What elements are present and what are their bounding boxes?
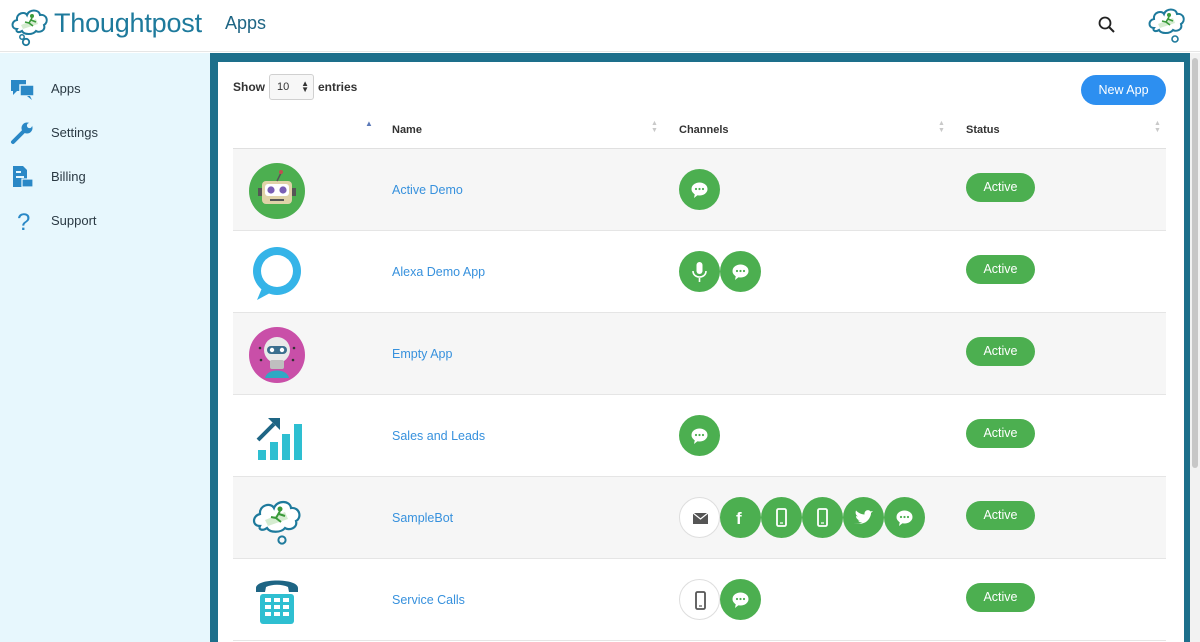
- app-name-link[interactable]: Empty App: [392, 347, 452, 361]
- robot-face-icon: [249, 163, 305, 219]
- sort-icon[interactable]: ▲ ▼: [651, 120, 658, 134]
- chat-bubbles-icon: [11, 80, 35, 100]
- sidebar-item-settings[interactable]: Settings: [0, 113, 210, 153]
- column-header-name[interactable]: Name: [392, 124, 422, 136]
- sidebar-item-support[interactable]: ? Support: [0, 201, 210, 241]
- entries-label: entries: [318, 80, 358, 94]
- voice-channel-icon[interactable]: [679, 251, 720, 292]
- show-label: Show: [233, 80, 265, 94]
- mobile-channel-icon[interactable]: [802, 497, 843, 538]
- page-size-select[interactable]: 10 ▲ ▼: [269, 74, 314, 100]
- growth-chart-icon: [256, 418, 302, 460]
- app-name-link[interactable]: Active Demo: [392, 183, 463, 197]
- status-badge: Active: [966, 255, 1035, 284]
- search-icon[interactable]: [1096, 14, 1118, 36]
- column-header-channels[interactable]: Channels: [679, 124, 729, 136]
- table-row: Service Calls Active: [233, 559, 1166, 641]
- top-bar: Thoughtpost Apps: [0, 0, 1200, 52]
- status-badge: Active: [966, 501, 1035, 530]
- select-arrows-icon: ▲ ▼: [301, 79, 309, 94]
- cloud-runner-logo-icon[interactable]: [8, 3, 50, 47]
- table-row: Empty App Active: [233, 313, 1166, 395]
- app-name-link[interactable]: Sales and Leads: [392, 429, 485, 443]
- sort-icon[interactable]: ▲ ▼: [1154, 120, 1161, 134]
- avatar[interactable]: [1145, 2, 1187, 46]
- robot-avatar-icon: [249, 327, 305, 383]
- invoice-icon: [13, 166, 34, 188]
- new-app-button[interactable]: New App: [1081, 75, 1166, 105]
- chat-channel-icon[interactable]: [720, 251, 761, 292]
- brand-name[interactable]: Thoughtpost: [54, 8, 202, 39]
- mobile-channel-icon[interactable]: [761, 497, 802, 538]
- app-name-link[interactable]: SampleBot: [392, 511, 453, 525]
- table-row: Sales and Leads Active: [233, 395, 1166, 477]
- page-title: Apps: [225, 13, 267, 33]
- alexa-ring-icon: [253, 247, 301, 300]
- sidebar: Apps Settings Billing ? Support: [0, 53, 210, 642]
- chat-channel-icon[interactable]: [679, 415, 720, 456]
- sidebar-item-billing[interactable]: Billing: [0, 157, 210, 197]
- telephone-icon: [256, 580, 298, 624]
- email-channel-icon[interactable]: [679, 497, 720, 538]
- scrollbar-thumb[interactable]: [1192, 58, 1198, 468]
- mobile-channel-icon[interactable]: [679, 579, 720, 620]
- svg-text:?: ?: [17, 209, 30, 233]
- sidebar-item-label: Billing: [51, 169, 86, 184]
- table-row: SampleBot f Active: [233, 477, 1166, 559]
- sidebar-item-label: Apps: [51, 81, 81, 96]
- status-badge: Active: [966, 337, 1035, 366]
- status-badge: Active: [966, 173, 1035, 202]
- status-badge: Active: [966, 583, 1035, 612]
- sidebar-item-label: Support: [51, 213, 97, 228]
- sort-icon[interactable]: ▲ ▼: [938, 120, 945, 134]
- twitter-channel-icon[interactable]: [843, 497, 884, 538]
- page-size-value: 10: [277, 81, 290, 93]
- sidebar-item-apps[interactable]: Apps: [0, 69, 210, 109]
- app-name-link[interactable]: Service Calls: [392, 593, 465, 607]
- facebook-channel-icon[interactable]: f: [720, 497, 761, 538]
- table-row: Active Demo Active: [233, 149, 1166, 231]
- chat-channel-icon[interactable]: [884, 497, 925, 538]
- sort-ascending-icon[interactable]: ▲: [365, 120, 373, 128]
- wrench-icon: [11, 122, 33, 144]
- app-name-link[interactable]: Alexa Demo App: [392, 265, 485, 279]
- chat-channel-icon[interactable]: [720, 579, 761, 620]
- question-mark-icon: ?: [17, 209, 30, 233]
- sidebar-item-label: Settings: [51, 125, 98, 140]
- status-badge: Active: [966, 419, 1035, 448]
- column-header-status[interactable]: Status: [966, 124, 1000, 136]
- svg-text:f: f: [736, 509, 742, 528]
- cloud-runner-icon: [252, 500, 301, 545]
- chat-channel-icon[interactable]: [679, 169, 720, 210]
- table-row: Alexa Demo App Active: [233, 231, 1166, 313]
